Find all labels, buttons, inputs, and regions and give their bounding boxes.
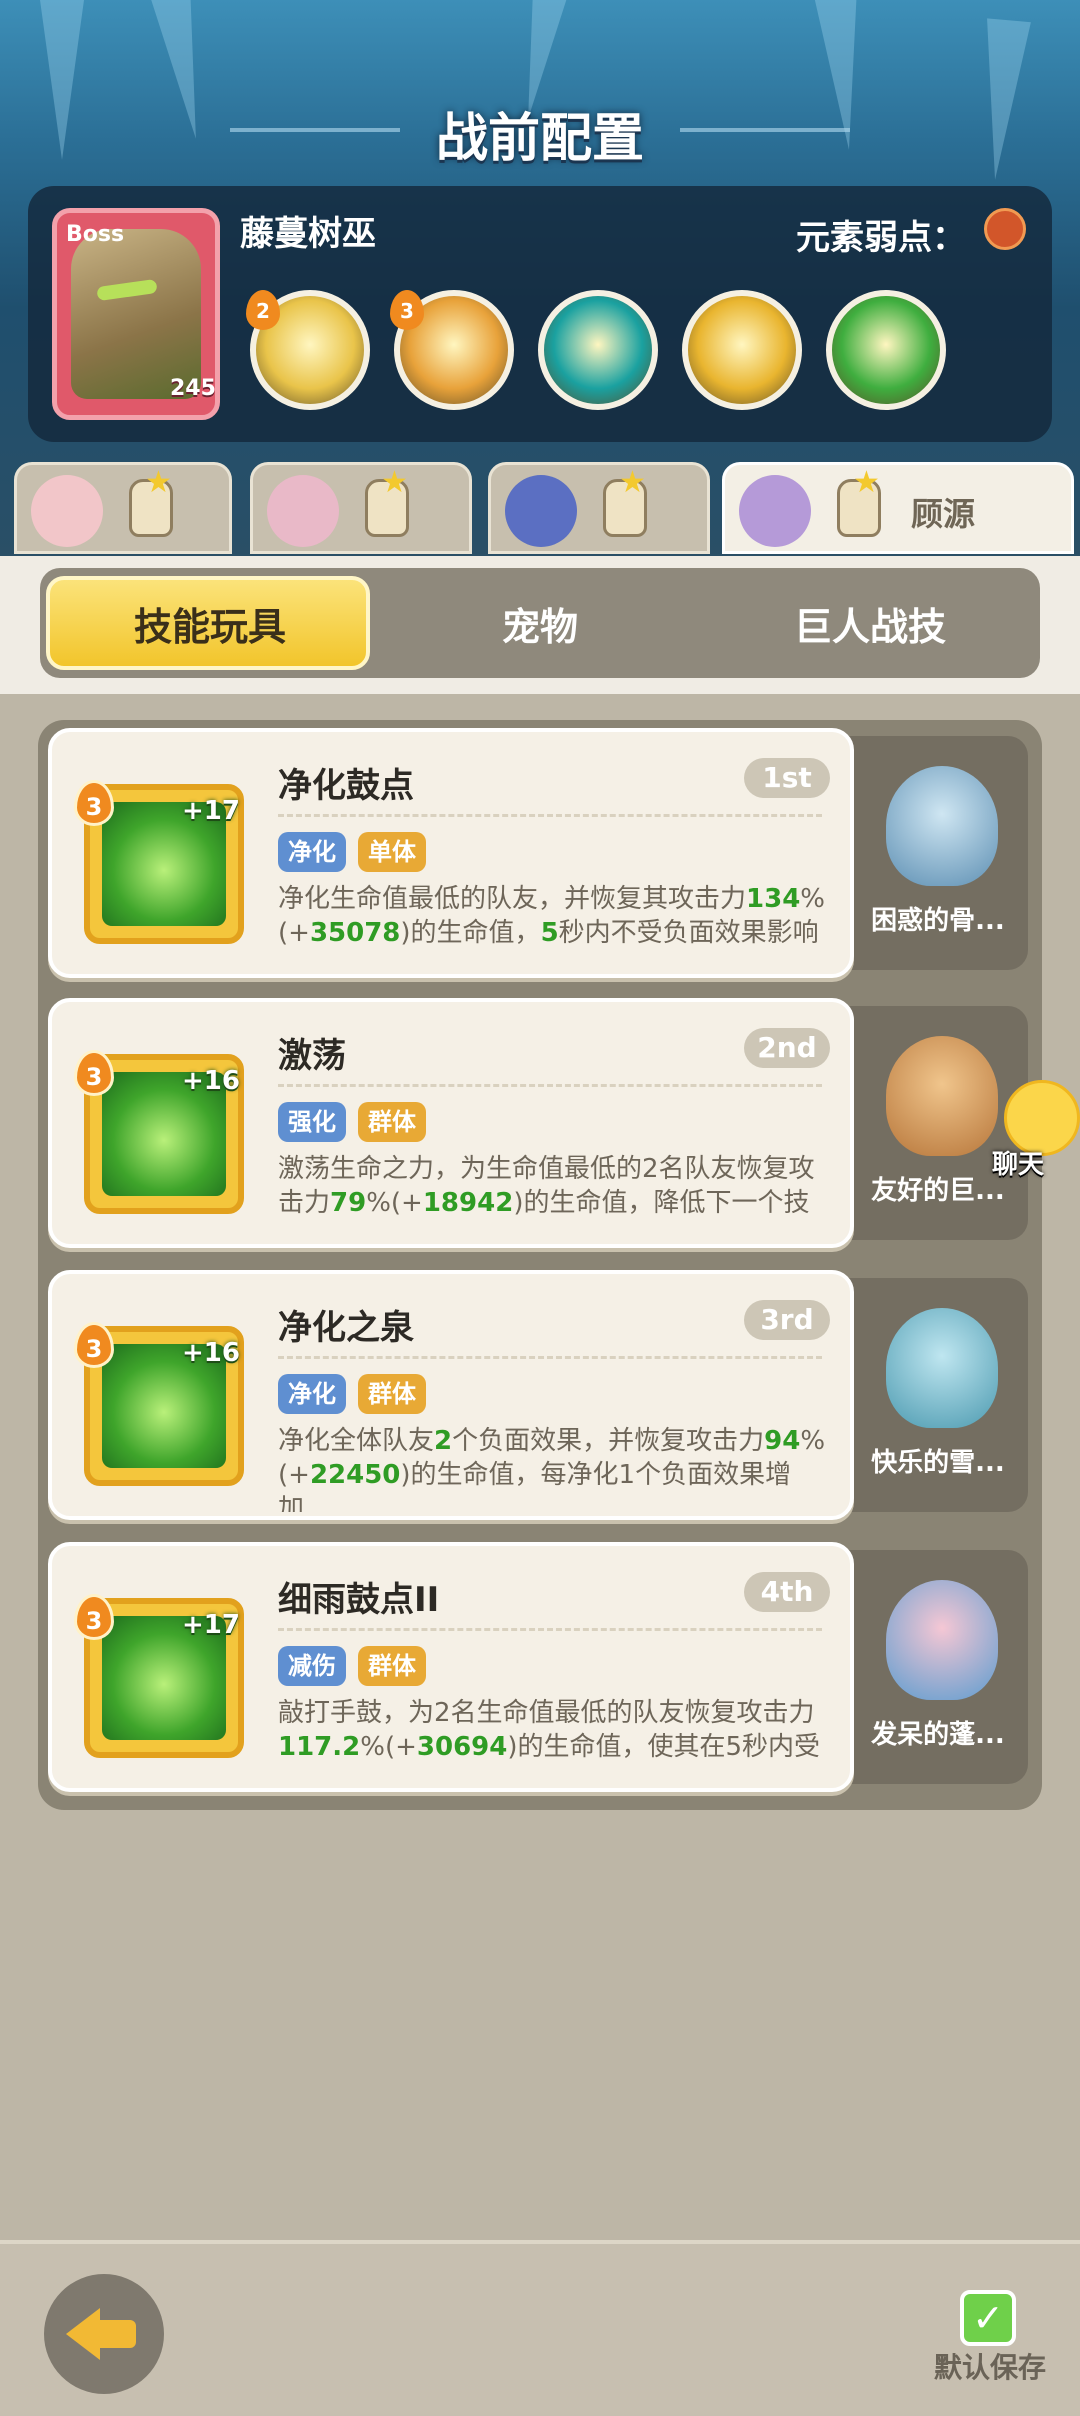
hero-avatar bbox=[505, 475, 577, 547]
tab-skill-toys-label[interactable]: 技能玩具 bbox=[50, 596, 370, 651]
pet-name: 发呆的蓬... bbox=[871, 1720, 1005, 1750]
pet-avatar bbox=[886, 1036, 998, 1156]
team-tab-1[interactable]: ★ bbox=[14, 462, 232, 554]
default-save-label[interactable]: 默认保存 bbox=[934, 2346, 1046, 2386]
skill-card[interactable]: 3 +16 激荡 2nd 强化 群体 激荡生命之力，为生命值最低的2名队友恢复攻… bbox=[48, 998, 854, 1248]
pet-name: 快乐的雪... bbox=[871, 1448, 1005, 1478]
rank-badge: 2nd bbox=[744, 1028, 830, 1068]
skill-level-badge: 3 bbox=[74, 1322, 114, 1368]
skill-plus: +17 bbox=[182, 796, 240, 826]
skill-plus: +17 bbox=[182, 1610, 240, 1640]
back-arrow-tail bbox=[94, 2320, 136, 2348]
skill-tag: 群体 bbox=[358, 1646, 426, 1686]
skill-tag: 净化 bbox=[278, 832, 346, 872]
pet-avatar bbox=[886, 1580, 998, 1700]
skill-row[interactable]: 困惑的骨... 3 +17 净化鼓点 1st 净化 单体 净化生命值最低的队友，… bbox=[48, 728, 1028, 978]
skill-level-badge: 3 bbox=[74, 1594, 114, 1640]
star-icon: ★ bbox=[145, 465, 172, 500]
skill-name: 激荡 bbox=[278, 1036, 346, 1076]
skill-tag: 单体 bbox=[358, 832, 426, 872]
skill-tag: 群体 bbox=[358, 1102, 426, 1142]
hero-avatar bbox=[739, 475, 811, 547]
team-hero-name: 顾源 bbox=[911, 495, 976, 533]
skill-plus: +16 bbox=[182, 1338, 240, 1368]
checkbox-icon[interactable]: ✓ bbox=[960, 2290, 1016, 2346]
boss-name: 藤蔓树巫 bbox=[240, 214, 376, 254]
team-tab-4[interactable]: ★ 顾源 bbox=[722, 462, 1074, 554]
skill-description: 敲打手鼓，为2名生命值最低的队友恢复攻击力117.2%(+30694)的生命值，… bbox=[278, 1698, 821, 1784]
boss-skill-slime-icon[interactable] bbox=[826, 290, 946, 410]
skill-card[interactable]: 3 +17 净化鼓点 1st 净化 单体 净化生命值最低的队友，并恢复其攻击力1… bbox=[48, 728, 854, 978]
skill-name: 净化鼓点 bbox=[278, 766, 414, 806]
tab-pets[interactable]: 宠物 bbox=[380, 596, 700, 651]
skill-description: 净化生命值最低的队友，并恢复其攻击力134%(+35078)的生命值，5秒内不受… bbox=[278, 884, 826, 948]
divider bbox=[278, 814, 822, 817]
skill-name: 净化之泉 bbox=[278, 1308, 414, 1348]
rank-badge: 4th bbox=[744, 1572, 830, 1612]
chat-label[interactable]: 聊天 bbox=[992, 1144, 1044, 1181]
skill-level-badge: 3 bbox=[74, 1050, 114, 1096]
star-icon: ★ bbox=[619, 465, 646, 500]
pet-avatar bbox=[886, 766, 998, 886]
skill-row[interactable]: 友好的巨... 3 +16 激荡 2nd 强化 群体 激荡生命之力，为生命值最低… bbox=[48, 998, 1028, 1248]
star-icon: ★ bbox=[381, 465, 408, 500]
skill-name: 细雨鼓点II bbox=[278, 1580, 440, 1620]
skill-card[interactable]: 3 +17 细雨鼓点II 4th 减伤 群体 敲打手鼓，为2名生命值最低的队友恢… bbox=[48, 1542, 854, 1792]
hero-avatar bbox=[267, 475, 339, 547]
divider bbox=[278, 1356, 822, 1359]
boss-tag: Boss bbox=[66, 222, 125, 247]
tab-giant-skills[interactable]: 巨人战技 bbox=[710, 596, 1030, 651]
divider bbox=[278, 1628, 822, 1631]
skill-tag: 群体 bbox=[358, 1374, 426, 1414]
boss-skill-badge: 2 bbox=[246, 290, 280, 330]
page-title: 战前配置 bbox=[435, 109, 644, 169]
back-button[interactable] bbox=[44, 2274, 164, 2394]
skill-level-badge: 3 bbox=[74, 780, 114, 826]
pet-name: 困惑的骨... bbox=[871, 906, 1005, 936]
team-tab-3[interactable]: ★ bbox=[488, 462, 710, 554]
hero-avatar bbox=[31, 475, 103, 547]
star-icon: ★ bbox=[853, 465, 880, 500]
boss-face bbox=[71, 229, 201, 399]
boss-skill-badge: 3 bbox=[390, 290, 424, 330]
element-weakness-label: 元素弱点： bbox=[796, 218, 966, 258]
skill-row[interactable]: 快乐的雪... 3 +16 净化之泉 3rd 净化 群体 净化全体队友2个负面效… bbox=[48, 1270, 1028, 1520]
boss-level: 245 bbox=[170, 376, 216, 401]
rank-badge: 1st bbox=[744, 758, 830, 798]
skill-tag: 净化 bbox=[278, 1374, 346, 1414]
boss-skill-shadow-icon[interactable] bbox=[538, 290, 658, 410]
pet-avatar bbox=[886, 1308, 998, 1428]
team-tab-2[interactable]: ★ bbox=[250, 462, 472, 554]
skill-tag: 强化 bbox=[278, 1102, 346, 1142]
skill-description: 净化全体队友2个负面效果，并恢复攻击力94%(+22450)的生命值，每净化1个… bbox=[278, 1426, 826, 1512]
fire-element-icon bbox=[984, 208, 1026, 250]
rank-badge: 3rd bbox=[744, 1300, 830, 1340]
skill-card[interactable]: 3 +16 净化之泉 3rd 净化 群体 净化全体队友2个负面效果，并恢复攻击力… bbox=[48, 1270, 854, 1520]
skill-tag: 减伤 bbox=[278, 1646, 346, 1686]
divider bbox=[278, 1084, 822, 1087]
skill-row[interactable]: 发呆的蓬... 3 +17 细雨鼓点II 4th 减伤 群体 敲打手鼓，为2名生… bbox=[48, 1542, 1028, 1792]
skill-description: 激荡生命之力，为生命值最低的2名队友恢复攻击力79%(+18942)的生命值，降… bbox=[278, 1154, 815, 1240]
skill-plus: +16 bbox=[182, 1066, 240, 1096]
boss-skill-claw-icon[interactable] bbox=[682, 290, 802, 410]
